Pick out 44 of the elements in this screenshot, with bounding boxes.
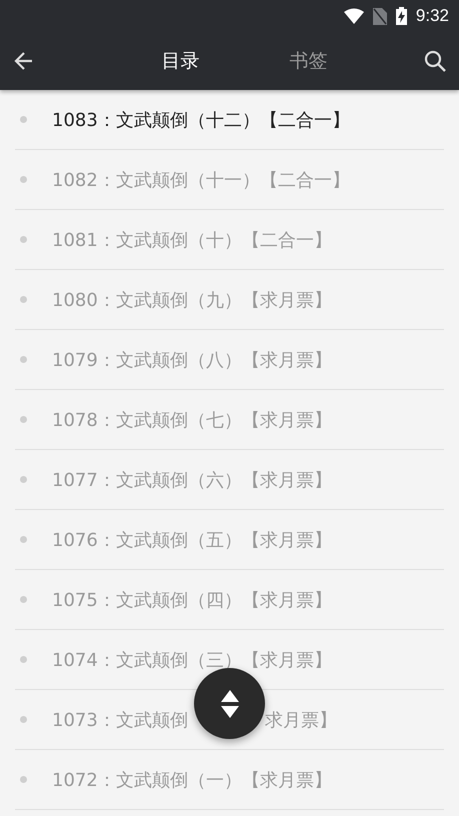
battery-charging-icon (396, 7, 407, 25)
bullet-icon (20, 176, 27, 183)
bullet-icon (20, 236, 27, 243)
bullet-icon (20, 536, 27, 543)
chapter-title: 1083：文武颠倒（十二）【二合一】 (52, 108, 350, 132)
chapter-title: 1073：文武颠倒 (52, 708, 188, 732)
no-sim-icon (372, 8, 387, 24)
bullet-icon (20, 776, 27, 783)
chapter-item[interactable]: 1080：文武颠倒（九）【求月票】 (15, 270, 444, 330)
chapter-title: 1081：文武颠倒（十）【二合一】 (52, 228, 332, 252)
chapter-title: 1079：文武颠倒（八）【求月票】 (52, 348, 332, 372)
bullet-icon (20, 716, 27, 723)
bullet-icon (20, 356, 27, 363)
chapter-title: 求月票】 (264, 708, 337, 732)
chapter-item[interactable]: 1077：文武颠倒（六）【求月票】 (15, 450, 444, 510)
chapter-item[interactable]: 1072：文武颠倒（一）【求月票】 (15, 750, 444, 810)
tab[interactable]: 目录 (162, 48, 200, 74)
chapter-item[interactable]: 1076：文武颠倒（五）【求月票】 (15, 510, 444, 570)
chapter-item[interactable]: 1079：文武颠倒（八）【求月票】 (15, 330, 444, 390)
status-time: 9:32 (416, 6, 449, 26)
chapter-item[interactable]: 1081：文武颠倒（十）【二合一】 (15, 210, 444, 270)
chapter-title: 1078：文武颠倒（七）【求月票】 (52, 408, 332, 432)
tab[interactable]: 书签 (290, 48, 328, 74)
bullet-icon (20, 656, 27, 663)
chapter-item[interactable]: 1078：文武颠倒（七）【求月票】 (15, 390, 444, 450)
chapter-title: 1080：文武颠倒（九）【求月票】 (52, 288, 332, 312)
chapter-item[interactable]: 1082：文武颠倒（十一）【二合一】 (15, 150, 444, 210)
chapter-title: 1075：文武颠倒（四）【求月票】 (52, 588, 332, 612)
bullet-icon (20, 116, 27, 123)
chapter-title: 1074：文武颠倒（三）【求月票】 (52, 648, 332, 672)
scroll-jump-button[interactable] (194, 668, 265, 739)
bullet-icon (20, 416, 27, 423)
chapter-title: 1072：文武颠倒（一）【求月票】 (52, 768, 332, 792)
bullet-icon (20, 476, 27, 483)
search-button[interactable] (423, 49, 447, 73)
wifi-icon (344, 8, 364, 24)
chapter-item[interactable]: 1075：文武颠倒（四）【求月票】 (15, 570, 444, 630)
chapter-title: 1077：文武颠倒（六）【求月票】 (52, 468, 332, 492)
chapter-title: 1076：文武颠倒（五）【求月票】 (52, 528, 332, 552)
chapter-item[interactable]: 1083：文武颠倒（十二）【二合一】 (15, 90, 444, 150)
bullet-icon (20, 596, 27, 603)
bullet-icon (20, 296, 27, 303)
up-down-arrows-icon (220, 688, 240, 718)
chapter-title: 1082：文武颠倒（十一）【二合一】 (52, 168, 350, 192)
